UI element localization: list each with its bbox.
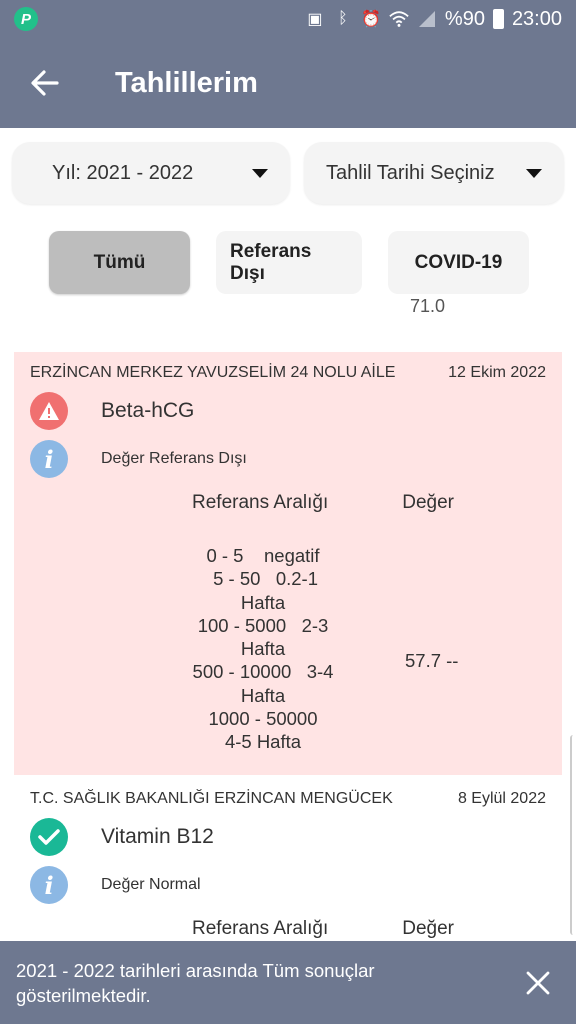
chip-covid[interactable]: COVID-19 xyxy=(388,231,529,294)
reference-line: 0 - 5 negatif xyxy=(206,545,320,566)
test-name: Vitamin B12 xyxy=(101,825,214,848)
result-date: 8 Eylül 2022 xyxy=(457,790,546,807)
date-dropdown[interactable]: Tahlil Tarihi Seçiniz xyxy=(304,142,564,204)
status-bar: P ▣ ᛒ ⏰ %90 23:00 xyxy=(0,0,576,38)
reference-range-text: 0 - 5 negatif 5 - 50 0.2-1 Hafta 100 - 5… xyxy=(190,544,336,754)
clock: 23:00 xyxy=(511,7,562,30)
result-card[interactable]: ERZİNCAN MERKEZ YAVUZSELİM 24 NOLU AİLE … xyxy=(14,352,562,775)
arrow-left-icon xyxy=(31,70,59,96)
scrollbar[interactable] xyxy=(570,735,576,935)
test-name: Beta-hCG xyxy=(101,399,195,422)
app-badge-icon: P xyxy=(14,7,38,31)
caret-down-icon xyxy=(252,168,268,178)
info-icon[interactable]: i xyxy=(30,440,68,478)
bluetooth-icon: ᛒ xyxy=(338,10,348,27)
warning-icon xyxy=(30,392,68,430)
reference-line: Hafta xyxy=(240,684,286,706)
date-dropdown-label: Tahlil Tarihi Seçiniz xyxy=(326,161,495,184)
sim-icon: ▣ xyxy=(307,11,323,28)
info-icon[interactable]: i xyxy=(30,866,68,904)
chip-all[interactable]: Tümü xyxy=(49,231,190,294)
wifi-icon xyxy=(389,9,409,29)
institution-name: ERZİNCAN MERKEZ YAVUZSELİM 24 NOLU AİLE xyxy=(30,364,396,381)
battery-percent: %90 xyxy=(444,7,485,30)
value-header: Değer xyxy=(402,492,454,513)
reference-line: Hafta xyxy=(240,591,286,613)
snackbar: 2021 - 2022 tarihleri arasında Tüm sonuç… xyxy=(0,941,576,1024)
reference-line: 100 - 5000 2-3 xyxy=(197,614,329,636)
filter-chips: Tümü Referans Dışı COVID-19 xyxy=(49,231,529,294)
year-dropdown-label: Yıl: 2021 - 2022 xyxy=(52,161,194,184)
snackbar-message: 2021 - 2022 tarihleri arasında Tüm sonuç… xyxy=(16,959,375,1006)
back-button[interactable] xyxy=(0,38,90,128)
signal-icon xyxy=(417,9,437,29)
value-header: Değer xyxy=(402,918,454,939)
check-icon xyxy=(30,818,68,856)
reference-line: Hafta xyxy=(240,638,286,660)
chip-out-of-range[interactable]: Referans Dışı xyxy=(216,231,362,294)
alarm-icon: ⏰ xyxy=(360,11,381,28)
caret-down-icon xyxy=(526,168,542,178)
result-card[interactable]: T.C. SAĞLIK BAKANLIĞI ERZİNCAN MENGÜCEK … xyxy=(14,778,562,948)
partial-value-text: 71.0 xyxy=(410,296,446,316)
reference-range-header: Referans Aralığı xyxy=(192,918,329,939)
reference-line: 1000 - 50000 xyxy=(208,708,318,730)
reference-range-header: Referans Aralığı xyxy=(192,492,329,513)
close-icon xyxy=(526,971,550,994)
reference-line: 5 - 50 0.2-1 xyxy=(207,568,319,590)
result-date: 12 Ekim 2022 xyxy=(448,364,546,381)
snackbar-close-button[interactable] xyxy=(522,967,554,999)
reference-line: 500 - 10000 3-4 xyxy=(192,661,334,683)
page-title: Tahlillerim xyxy=(115,66,258,99)
reference-line: 4-5 Hafta xyxy=(224,731,302,753)
institution-name: T.C. SAĞLIK BAKANLIĞI ERZİNCAN MENGÜCEK xyxy=(30,790,393,807)
app-bar: Tahlillerim xyxy=(0,38,576,128)
filter-bar: Yıl: 2021 - 2022 Tahlil Tarihi Seçiniz xyxy=(12,142,564,204)
battery-icon xyxy=(492,9,504,29)
result-value: 57.7 -- xyxy=(405,650,459,671)
result-status: Değer Referans Dışı xyxy=(101,450,247,467)
result-status: Değer Normal xyxy=(101,876,201,893)
year-dropdown[interactable]: Yıl: 2021 - 2022 xyxy=(12,142,290,204)
